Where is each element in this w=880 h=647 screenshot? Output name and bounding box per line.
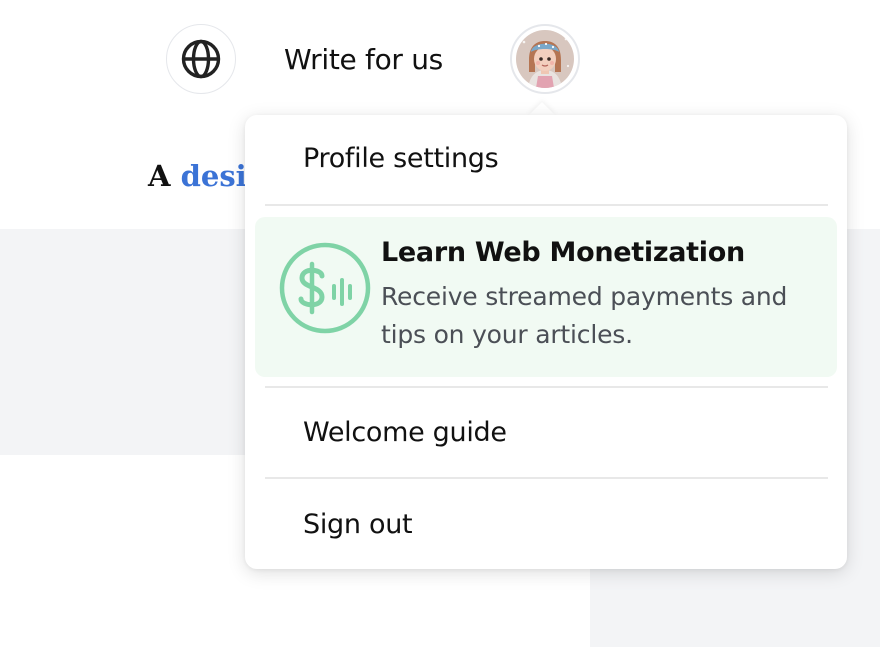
write-for-us-link[interactable]: Write for us — [284, 40, 443, 80]
tagline-accent: desi — [180, 159, 247, 193]
dollar-streaming-icon — [279, 242, 371, 334]
menu-divider — [265, 386, 828, 388]
menu-divider — [265, 204, 828, 206]
profile-settings-item[interactable]: Profile settings — [303, 139, 499, 179]
avatar — [516, 30, 574, 88]
avatar-button[interactable] — [510, 24, 580, 94]
globe-icon — [181, 39, 221, 79]
menu-divider — [265, 477, 828, 479]
dropdown-caret — [528, 102, 556, 116]
promo-icon-container — [279, 242, 371, 334]
promo-title: Learn Web Monetization — [381, 237, 745, 268]
sign-out-item[interactable]: Sign out — [303, 505, 413, 545]
welcome-guide-item[interactable]: Welcome guide — [303, 413, 507, 453]
language-button[interactable] — [166, 24, 236, 94]
promo-description: Receive streamed payments and tips on yo… — [381, 282, 788, 349]
user-dropdown-menu: Profile settings Learn Web Monetization … — [245, 115, 847, 569]
page-tagline: A desi — [148, 156, 247, 196]
tagline-prefix: A — [148, 159, 181, 193]
